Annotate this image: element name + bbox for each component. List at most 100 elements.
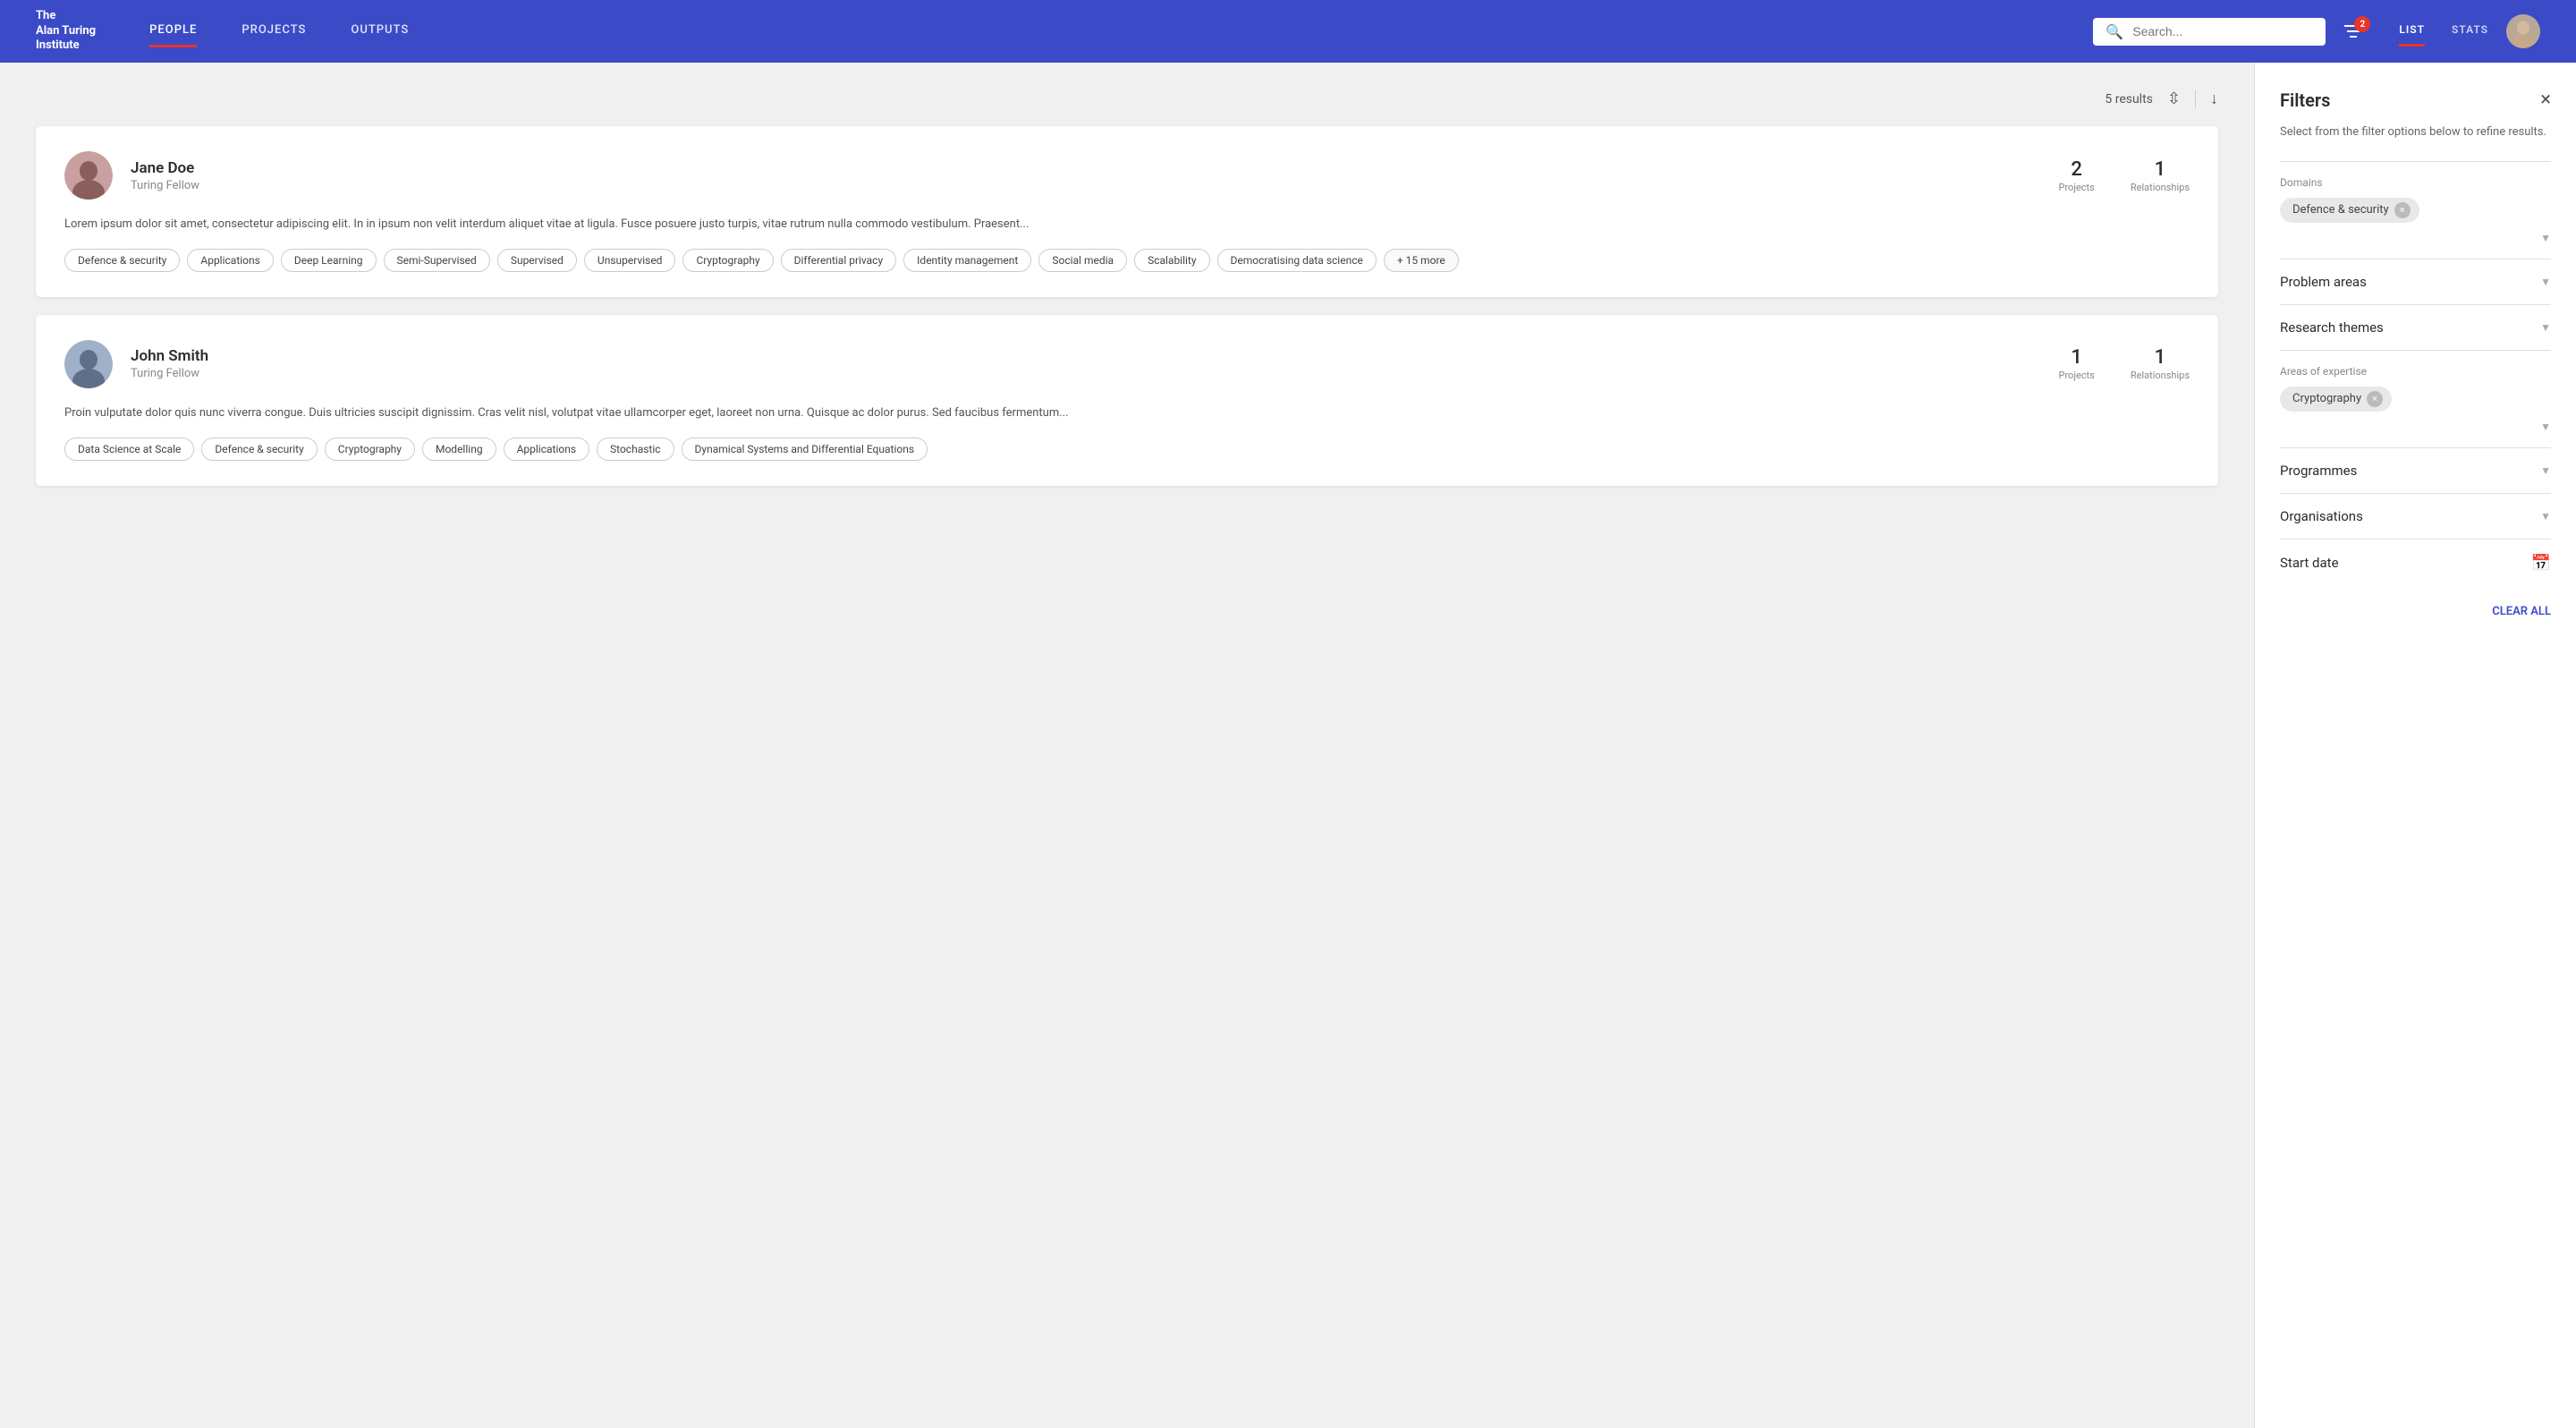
person-avatar: [64, 340, 113, 388]
filters-title: Filters: [2280, 89, 2330, 111]
logo-line2: Alan Turing: [36, 24, 96, 39]
results-bar: 5 results ⇳ ↓: [36, 89, 2218, 108]
avatar-image: [2506, 14, 2540, 48]
chevron-down-icon[interactable]: ▼: [2540, 510, 2551, 523]
stat-relationships-num: 1: [2131, 158, 2190, 181]
sort-icon[interactable]: ⇳: [2167, 89, 2181, 108]
tag[interactable]: Deep Learning: [281, 249, 377, 272]
search-input[interactable]: [2132, 24, 2313, 38]
filter-section-title: Start date: [2280, 555, 2339, 571]
chevron-down-icon[interactable]: ▼: [2540, 464, 2551, 477]
person-card: John Smith Turing Fellow 1 Projects 1 Re…: [36, 315, 2218, 486]
tag[interactable]: Scalability: [1134, 249, 1209, 272]
person-stats: 2 Projects 1 Relationships: [2059, 158, 2190, 193]
tag[interactable]: Cryptography: [682, 249, 773, 272]
nav-people[interactable]: PEOPLE: [149, 23, 197, 40]
person-role: Turing Fellow: [131, 179, 2041, 192]
person-role: Turing Fellow: [131, 367, 2041, 380]
stat-relationships-num: 1: [2131, 346, 2190, 369]
person-tags: Data Science at Scale Defence & security C…: [64, 438, 2190, 461]
person-card: Jane Doe Turing Fellow 2 Projects 1 Rela…: [36, 126, 2218, 297]
header-right: 🔍 2 LIST STATS: [2093, 14, 2540, 48]
tag[interactable]: Cryptography: [325, 438, 415, 461]
download-icon[interactable]: ↓: [2210, 89, 2218, 108]
tag[interactable]: Semi-Supervised: [384, 249, 490, 272]
person-name[interactable]: John Smith: [131, 347, 2041, 365]
filter-section-title: Research themes: [2280, 319, 2384, 336]
tag[interactable]: Democratising data science: [1217, 249, 1377, 272]
filter-badge: 2: [2354, 16, 2370, 32]
filter-tag-label: Defence & security: [2292, 203, 2389, 217]
filter-tag: Cryptography ×: [2280, 387, 2392, 412]
stat-projects: 2 Projects: [2059, 158, 2095, 193]
logo-line1: The: [36, 9, 96, 24]
filter-sections: Domains Defence & security × ▼ Problem a…: [2280, 161, 2551, 587]
tag[interactable]: Data Science at Scale: [64, 438, 194, 461]
tag[interactable]: Modelling: [422, 438, 496, 461]
filter-section-start_date: Start date 📅: [2280, 539, 2551, 587]
nav-projects[interactable]: PROJECTS: [242, 23, 306, 40]
filter-label: Domains: [2280, 176, 2551, 189]
person-name[interactable]: Jane Doe: [131, 159, 2041, 177]
search-bar[interactable]: 🔍: [2093, 18, 2326, 46]
stat-projects-num: 2: [2059, 158, 2095, 181]
tag[interactable]: Social media: [1038, 249, 1127, 272]
chevron-down-icon[interactable]: ▼: [2540, 276, 2551, 288]
filter-tag-label: Cryptography: [2292, 392, 2361, 405]
avatar[interactable]: [2506, 14, 2540, 48]
person-info: Jane Doe Turing Fellow: [131, 159, 2041, 192]
tag[interactable]: Applications: [504, 438, 589, 461]
filter-section-programmes: Programmes ▼: [2280, 447, 2551, 493]
filter-section-title: Organisations: [2280, 508, 2363, 524]
filter-section-problem_areas: Problem areas ▼: [2280, 259, 2551, 304]
filters-header: Filters ×: [2280, 89, 2551, 111]
tab-stats[interactable]: STATS: [2452, 23, 2488, 39]
logo[interactable]: The Alan Turing Institute: [36, 9, 96, 55]
close-filters-button[interactable]: ×: [2540, 90, 2551, 110]
divider: [2195, 90, 2196, 108]
avatar-svg: [2506, 14, 2540, 48]
filter-row: ▼: [2280, 421, 2551, 433]
filter-row[interactable]: Programmes ▼: [2280, 463, 2551, 479]
filter-active-tags: Defence & security ×: [2280, 198, 2551, 223]
chevron-down-icon[interactable]: ▼: [2540, 232, 2551, 244]
filter-row: ▼: [2280, 232, 2551, 244]
avatar-svg: [64, 340, 113, 388]
person-stats: 1 Projects 1 Relationships: [2059, 346, 2190, 381]
tag[interactable]: Supervised: [497, 249, 577, 272]
tag[interactable]: Stochastic: [597, 438, 674, 461]
stat-relationships-label: Relationships: [2131, 370, 2190, 381]
chevron-down-icon[interactable]: ▼: [2540, 321, 2551, 334]
filter-button[interactable]: 2: [2343, 23, 2363, 39]
card-header: Jane Doe Turing Fellow 2 Projects 1 Rela…: [64, 151, 2190, 200]
person-bio: Lorem ipsum dolor sit amet, consectetur …: [64, 216, 2190, 234]
clear-all-button[interactable]: CLEAR ALL: [2280, 587, 2551, 618]
tag[interactable]: Defence & security: [201, 438, 317, 461]
results-count: 5 results: [2105, 92, 2153, 106]
tag[interactable]: Unsupervised: [584, 249, 676, 272]
filter-row[interactable]: Research themes ▼: [2280, 319, 2551, 336]
avatar-svg: [64, 151, 113, 200]
filter-tag-remove-button[interactable]: ×: [2394, 202, 2411, 218]
chevron-down-icon[interactable]: ▼: [2540, 421, 2551, 433]
tag[interactable]: Differential privacy: [781, 249, 897, 272]
tag[interactable]: Defence & security: [64, 249, 180, 272]
filter-row[interactable]: Start date 📅: [2280, 554, 2551, 573]
nav-outputs[interactable]: OUTPUTS: [351, 23, 409, 40]
calendar-icon[interactable]: 📅: [2531, 554, 2551, 573]
filter-label: Areas of expertise: [2280, 365, 2551, 378]
tag-more[interactable]: + 15 more: [1384, 249, 1459, 272]
filter-tag-remove-button[interactable]: ×: [2367, 391, 2383, 407]
tag[interactable]: Dynamical Systems and Differential Equat…: [682, 438, 928, 461]
filter-section-title: Problem areas: [2280, 274, 2367, 290]
filter-active-tags: Cryptography ×: [2280, 387, 2551, 412]
filter-section-research_themes: Research themes ▼: [2280, 304, 2551, 350]
tab-list[interactable]: LIST: [2399, 23, 2425, 39]
filter-section-title: Programmes: [2280, 463, 2357, 479]
tag[interactable]: Applications: [187, 249, 273, 272]
search-icon: 🔍: [2106, 23, 2123, 40]
filter-row[interactable]: Problem areas ▼: [2280, 274, 2551, 290]
tag[interactable]: Identity management: [903, 249, 1031, 272]
filter-row[interactable]: Organisations ▼: [2280, 508, 2551, 524]
filter-section-organisations: Organisations ▼: [2280, 493, 2551, 539]
